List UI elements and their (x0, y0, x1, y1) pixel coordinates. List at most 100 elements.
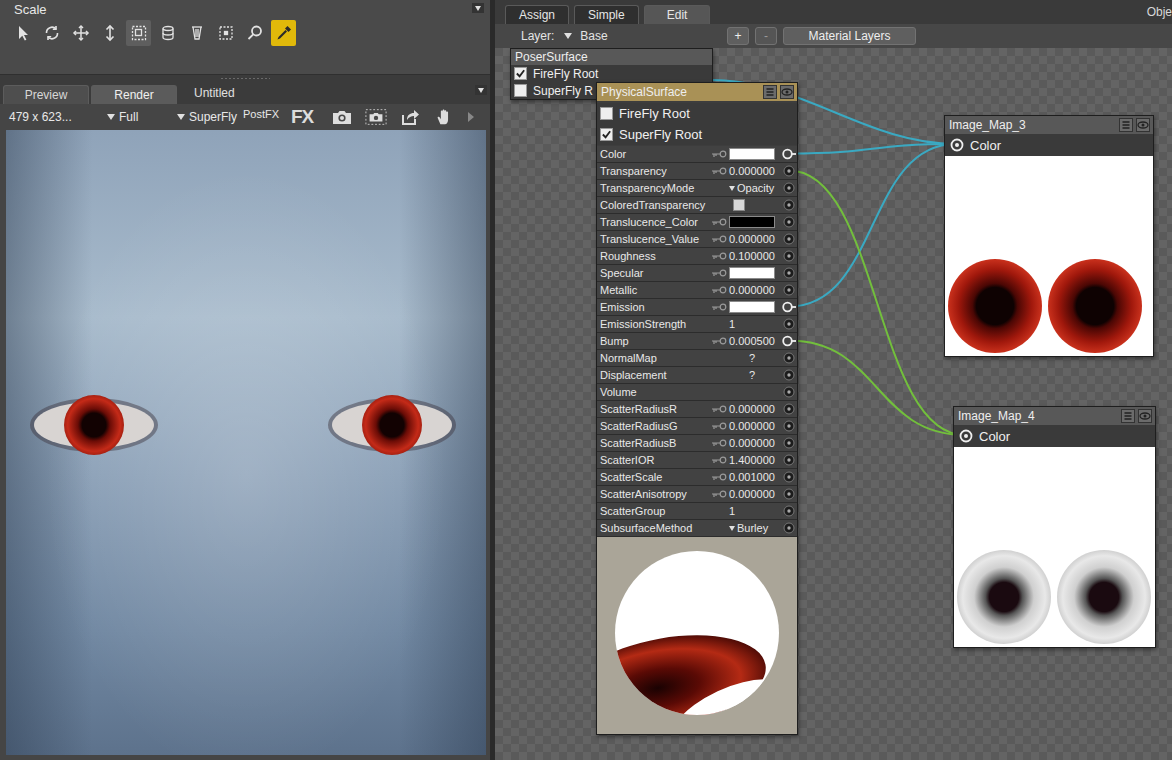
panel-menu-icon[interactable] (472, 3, 484, 13)
plug-icon[interactable] (782, 165, 796, 177)
param-row[interactable]: Roughness0.100000 (597, 248, 797, 265)
plug-icon[interactable] (782, 505, 796, 517)
param-value[interactable]: 0.000000 (729, 420, 775, 432)
plug-icon[interactable] (782, 369, 796, 381)
plug-icon[interactable] (782, 420, 796, 432)
key-icon[interactable] (711, 252, 727, 260)
material-layers-button[interactable]: Material Layers (783, 27, 916, 45)
param-row[interactable]: ScatterAnisotropy0.000000 (597, 486, 797, 503)
plug-icon[interactable] (782, 522, 796, 534)
node-options-icon[interactable] (763, 85, 777, 99)
param-value[interactable]: 0.000000 (729, 233, 775, 245)
output-port-icon[interactable] (950, 138, 964, 152)
render-tab[interactable]: Render (91, 85, 177, 104)
param-row[interactable]: Displacement? (597, 367, 797, 384)
root-checkbox[interactable] (600, 128, 613, 141)
param-value[interactable]: 0.000000 (729, 165, 775, 177)
param-value[interactable]: ? (729, 369, 775, 381)
root-checkbox[interactable] (514, 67, 527, 80)
plug-icon[interactable] (782, 250, 796, 262)
select-tool-button[interactable] (10, 20, 35, 46)
param-row[interactable]: Volume (597, 384, 797, 401)
param-value[interactable]: 0.000000 (729, 437, 775, 449)
area-camera-icon[interactable] (365, 108, 387, 126)
plug-icon[interactable] (782, 318, 796, 330)
plug-icon[interactable] (782, 454, 796, 466)
plug-icon[interactable] (782, 182, 796, 194)
node-header[interactable]: PhysicalSurface (597, 83, 797, 101)
param-row[interactable]: NormalMap? (597, 350, 797, 367)
quality-dropdown[interactable]: Full (107, 110, 177, 124)
region-tool-button[interactable] (213, 20, 238, 46)
node-preview-icon[interactable] (780, 85, 794, 99)
param-row[interactable]: Translucence_Value0.000000 (597, 231, 797, 248)
key-icon[interactable] (711, 490, 727, 498)
key-icon[interactable] (711, 439, 727, 447)
param-row[interactable]: Emission (597, 299, 797, 316)
key-icon[interactable] (711, 218, 727, 226)
move-tool-button[interactable] (68, 20, 93, 46)
param-row[interactable]: ScatterRadiusG0.000000 (597, 418, 797, 435)
plug-icon[interactable] (782, 233, 796, 245)
param-row[interactable]: ScatterIOR1.400000 (597, 452, 797, 469)
hand-icon[interactable] (433, 108, 455, 126)
vertical-tool-button[interactable] (97, 20, 122, 46)
plug-icon[interactable] (782, 403, 796, 415)
add-layer-button[interactable]: + (727, 27, 749, 45)
param-row[interactable]: ScatterRadiusB0.000000 (597, 435, 797, 452)
param-value[interactable]: 0.001000 (729, 471, 775, 483)
share-icon[interactable] (399, 108, 421, 126)
param-row[interactable]: ScatterGroup1 (597, 503, 797, 520)
render-tab[interactable]: Preview (3, 85, 89, 104)
param-value[interactable]: 0.000000 (729, 284, 775, 296)
param-row[interactable]: Specular (597, 265, 797, 282)
param-row[interactable]: ScatterScale0.001000 (597, 469, 797, 486)
camera-icon[interactable] (331, 108, 353, 126)
panel-resize-grip[interactable] (0, 75, 490, 82)
key-icon[interactable] (711, 303, 727, 311)
key-icon[interactable] (711, 337, 727, 345)
room-tab[interactable]: Assign (505, 5, 569, 24)
node-options-icon[interactable] (1119, 118, 1133, 132)
param-value[interactable]: 1 (729, 318, 735, 330)
param-dropdown[interactable]: Burley (729, 522, 768, 534)
room-tab[interactable]: Edit (644, 5, 711, 24)
connected-plug-icon[interactable] (782, 148, 796, 160)
root-checkbox[interactable] (514, 84, 527, 97)
param-row[interactable]: TransparencyModeOpacity (597, 180, 797, 197)
taper-tool-button[interactable] (184, 20, 209, 46)
param-value[interactable]: 0.000500 (729, 335, 775, 347)
plug-icon[interactable] (782, 437, 796, 449)
plug-icon[interactable] (782, 471, 796, 483)
param-checkbox[interactable] (733, 199, 745, 211)
node-header[interactable]: Image_Map_4 (954, 407, 1155, 425)
key-icon[interactable] (711, 405, 727, 413)
param-row[interactable]: EmissionStrength1 (597, 316, 797, 333)
output-port-icon[interactable] (959, 429, 973, 443)
param-value[interactable]: 0.000000 (729, 488, 775, 500)
room-tab[interactable]: Simple (574, 5, 639, 24)
color-swatch[interactable] (729, 148, 775, 160)
key-icon[interactable] (711, 286, 727, 294)
color-swatch[interactable] (729, 301, 775, 313)
eyedropper-tool-button[interactable] (271, 20, 296, 46)
param-row[interactable]: ColoredTransparency (597, 197, 797, 214)
plug-icon[interactable] (782, 386, 796, 398)
physical-surface-node[interactable]: PhysicalSurfaceFireFly RootSuperFly Root… (596, 82, 798, 735)
rotate-tool-button[interactable] (39, 20, 64, 46)
param-row[interactable]: Bump0.000500 (597, 333, 797, 350)
engine-dropdown[interactable]: SuperFly (177, 110, 243, 124)
plug-icon[interactable] (782, 267, 796, 279)
param-row[interactable]: Color (597, 146, 797, 163)
param-value[interactable]: 0.100000 (729, 250, 775, 262)
image-map-node[interactable]: Image_Map_4Color (953, 406, 1156, 648)
param-value[interactable]: 0.000000 (729, 403, 775, 415)
plug-icon[interactable] (782, 488, 796, 500)
param-value[interactable]: ? (729, 352, 775, 364)
root-checkbox[interactable] (600, 107, 613, 120)
node-header[interactable]: Image_Map_3 (945, 116, 1153, 134)
plug-icon[interactable] (782, 352, 796, 364)
plug-icon[interactable] (782, 199, 796, 211)
param-row[interactable]: Translucence_Color (597, 214, 797, 231)
node-canvas[interactable]: PoserSurfaceFireFly RootSuperFly RPhysic… (495, 48, 1172, 760)
